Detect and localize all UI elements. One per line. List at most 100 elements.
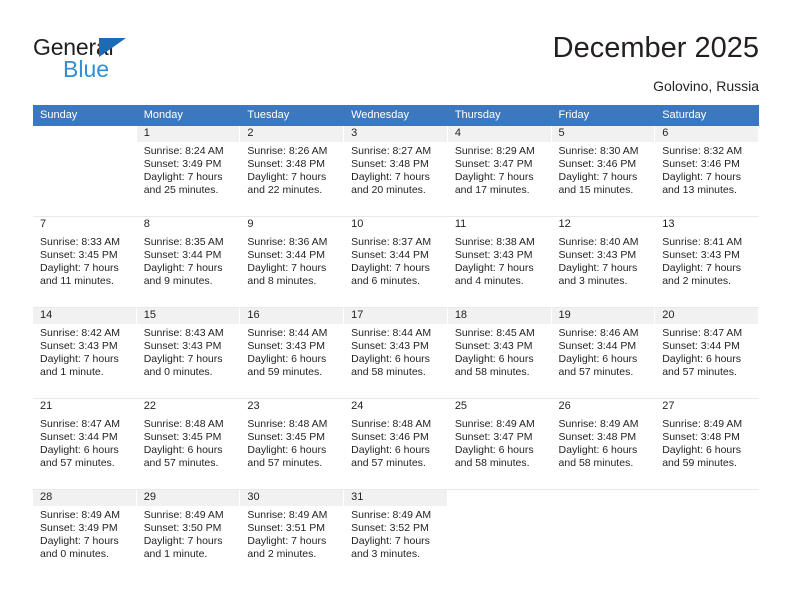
day-number: 2 [240, 126, 344, 142]
daylight-duration-line-2: and 2 minutes. [662, 275, 732, 287]
sunset-time: Sunset: 3:43 PM [247, 340, 326, 352]
calendar-day[interactable]: 22 Sunrise: 8:48 AM Sunset: 3:45 PM Dayligh… [136, 399, 241, 489]
daylight-duration-line-1: Daylight: 6 hours [143, 444, 223, 456]
day-details: Sunrise: 8:49 AM Sunset: 3:48 PM Daylight:… [655, 415, 758, 470]
daylight-duration-line-2: and 3 minutes. [351, 548, 420, 560]
calendar-day[interactable]: 2 Sunrise: 8:26 AM Sunset: 3:48 PM Daylight… [240, 126, 345, 216]
day-number: 8 [136, 217, 240, 233]
day-details: Sunrise: 8:40 AM Sunset: 3:43 PM Daylight:… [552, 233, 655, 288]
calendar-day[interactable]: 17 Sunrise: 8:44 AM Sunset: 3:43 PM Dayligh… [344, 308, 448, 398]
sunrise-time: Sunrise: 8:30 AM [558, 145, 639, 157]
calendar-day[interactable]: 13 Sunrise: 8:41 AM Sunset: 3:43 PM Dayligh… [655, 217, 759, 307]
calendar-day[interactable]: 7 Sunrise: 8:33 AM Sunset: 3:45 PM Daylight… [33, 217, 137, 307]
sunset-time: Sunset: 3:48 PM [662, 431, 740, 443]
daylight-duration-line-2: and 57 minutes. [40, 457, 115, 469]
calendar-day[interactable]: 30 Sunrise: 8:49 AM Sunset: 3:51 PM Dayligh… [240, 490, 345, 580]
calendar-cell: 17 Sunrise: 8:44 AM Sunset: 3:43 PM Dayligh… [344, 307, 448, 399]
sunset-time: Sunset: 3:52 PM [351, 522, 429, 534]
day-number: 19 [551, 308, 655, 324]
calendar-day[interactable]: 25 Sunrise: 8:49 AM Sunset: 3:47 PM Dayligh… [447, 399, 552, 489]
calendar-day[interactable]: 23 Sunrise: 8:48 AM Sunset: 3:45 PM Dayligh… [240, 399, 345, 489]
calendar-cell: 12 Sunrise: 8:40 AM Sunset: 3:43 PM Dayligh… [551, 216, 656, 308]
calendar-day[interactable]: 6 Sunrise: 8:32 AM Sunset: 3:46 PM Daylight… [655, 126, 759, 216]
calendar-day[interactable]: 10 Sunrise: 8:37 AM Sunset: 3:44 PM Dayligh… [344, 217, 448, 307]
daylight-duration-line-2: and 57 minutes. [351, 457, 426, 469]
sunrise-time: Sunrise: 8:48 AM [247, 418, 328, 430]
sunset-time: Sunset: 3:44 PM [143, 249, 222, 261]
day-number: 18 [447, 308, 551, 324]
sunrise-time: Sunrise: 8:43 AM [143, 327, 224, 339]
daylight-duration-line-2: and 11 minutes. [40, 275, 114, 287]
calendar-day[interactable]: 16 Sunrise: 8:44 AM Sunset: 3:43 PM Dayligh… [240, 308, 345, 398]
calendar-day[interactable]: 1 Sunrise: 8:24 AM Sunset: 3:49 PM Daylight… [136, 126, 241, 216]
daylight-duration-line-1: Daylight: 7 hours [247, 262, 327, 274]
day-details: Sunrise: 8:49 AM Sunset: 3:50 PM Daylight:… [137, 506, 240, 561]
calendar-day[interactable]: 5 Sunrise: 8:30 AM Sunset: 3:46 PM Daylight… [551, 126, 656, 216]
sunset-time: Sunset: 3:44 PM [662, 340, 740, 352]
calendar-cell: 23 Sunrise: 8:48 AM Sunset: 3:45 PM Dayligh… [240, 398, 345, 490]
day-details: Sunrise: 8:47 AM Sunset: 3:44 PM Daylight:… [33, 415, 136, 470]
sunrise-time: Sunrise: 8:35 AM [143, 236, 224, 248]
calendar-cell: 10 Sunrise: 8:37 AM Sunset: 3:44 PM Dayligh… [344, 216, 448, 308]
calendar-day[interactable]: 11 Sunrise: 8:38 AM Sunset: 3:43 PM Dayligh… [447, 217, 552, 307]
calendar-day[interactable]: 8 Sunrise: 8:35 AM Sunset: 3:44 PM Daylight… [136, 217, 241, 307]
calendar-day[interactable]: 12 Sunrise: 8:40 AM Sunset: 3:43 PM Dayligh… [551, 217, 656, 307]
calendar-day[interactable]: 31 Sunrise: 8:49 AM Sunset: 3:52 PM Dayligh… [344, 490, 448, 580]
weekday-header-row: Sunday Monday Tuesday Wednesday Thursday… [33, 105, 759, 126]
sunset-time: Sunset: 3:43 PM [454, 340, 533, 352]
calendar-day[interactable]: 29 Sunrise: 8:49 AM Sunset: 3:50 PM Dayligh… [136, 490, 241, 580]
daylight-duration-line-1: Daylight: 6 hours [662, 444, 742, 456]
calendar-day[interactable]: 18 Sunrise: 8:45 AM Sunset: 3:43 PM Dayligh… [447, 308, 552, 398]
day-number: 20 [655, 308, 758, 324]
calendar-day[interactable]: 28 Sunrise: 8:49 AM Sunset: 3:49 PM Dayligh… [33, 490, 137, 580]
calendar-cell: 28 Sunrise: 8:49 AM Sunset: 3:49 PM Dayligh… [33, 489, 137, 580]
daylight-duration-line-2: and 0 minutes. [143, 366, 213, 378]
day-number: 15 [136, 308, 240, 324]
calendar-cell: 31 Sunrise: 8:49 AM Sunset: 3:52 PM Dayligh… [344, 489, 448, 580]
daylight-duration-line-1: Daylight: 6 hours [662, 353, 742, 365]
daylight-duration-line-2: and 59 minutes. [662, 457, 737, 469]
sunrise-time: Sunrise: 8:49 AM [662, 418, 743, 430]
sunset-time: Sunset: 3:49 PM [143, 158, 222, 170]
daylight-duration-line-1: Daylight: 6 hours [351, 444, 430, 456]
daylight-duration-line-1: Daylight: 6 hours [454, 353, 534, 365]
calendar-day[interactable]: 20 Sunrise: 8:47 AM Sunset: 3:44 PM Dayligh… [655, 308, 759, 398]
sunrise-time: Sunrise: 8:40 AM [558, 236, 639, 248]
daylight-duration-line-2: and 20 minutes. [351, 184, 426, 196]
calendar-day[interactable]: 14 Sunrise: 8:42 AM Sunset: 3:43 PM Dayligh… [33, 308, 137, 398]
calendar-day[interactable]: 3 Sunrise: 8:27 AM Sunset: 3:48 PM Daylight… [344, 126, 448, 216]
day-number: 9 [240, 217, 344, 233]
calendar-cell: 16 Sunrise: 8:44 AM Sunset: 3:43 PM Dayligh… [240, 307, 345, 399]
day-number: 1 [136, 126, 240, 142]
calendar-day[interactable]: 24 Sunrise: 8:48 AM Sunset: 3:46 PM Dayligh… [344, 399, 448, 489]
calendar-day[interactable]: 21 Sunrise: 8:47 AM Sunset: 3:44 PM Dayligh… [33, 399, 137, 489]
calendar-day[interactable]: 19 Sunrise: 8:46 AM Sunset: 3:44 PM Dayligh… [551, 308, 656, 398]
sunrise-time: Sunrise: 8:49 AM [351, 509, 432, 521]
calendar-day[interactable]: 9 Sunrise: 8:36 AM Sunset: 3:44 PM Daylight… [240, 217, 345, 307]
daylight-duration-line-2: and 57 minutes. [558, 366, 634, 378]
daylight-duration-line-1: Daylight: 6 hours [247, 353, 327, 365]
calendar-day[interactable]: 4 Sunrise: 8:29 AM Sunset: 3:47 PM Daylight… [447, 126, 552, 216]
calendar-day-empty [655, 490, 759, 580]
sunset-time: Sunset: 3:47 PM [454, 431, 533, 443]
calendar-day[interactable]: 27 Sunrise: 8:49 AM Sunset: 3:48 PM Dayligh… [655, 399, 759, 489]
day-details: Sunrise: 8:47 AM Sunset: 3:44 PM Daylight:… [655, 324, 758, 379]
sunset-time: Sunset: 3:43 PM [40, 340, 118, 352]
daylight-duration-line-2: and 58 minutes. [351, 366, 426, 378]
calendar-day[interactable]: 26 Sunrise: 8:49 AM Sunset: 3:48 PM Dayligh… [551, 399, 656, 489]
calendar-day[interactable]: 15 Sunrise: 8:43 AM Sunset: 3:43 PM Dayligh… [136, 308, 241, 398]
calendar-cell: 20 Sunrise: 8:47 AM Sunset: 3:44 PM Dayligh… [655, 307, 759, 399]
general-blue-logo[interactable]: General Blue [33, 35, 233, 95]
sunset-time: Sunset: 3:44 PM [351, 249, 429, 261]
sunset-time: Sunset: 3:43 PM [558, 249, 637, 261]
sunset-time: Sunset: 3:44 PM [247, 249, 326, 261]
daylight-duration-line-1: Daylight: 7 hours [143, 353, 223, 365]
day-number: 10 [344, 217, 447, 233]
day-details: Sunrise: 8:48 AM Sunset: 3:45 PM Daylight:… [240, 415, 343, 470]
calendar-week-row: 7 Sunrise: 8:33 AM Sunset: 3:45 PM Daylight… [33, 216, 759, 308]
day-details: Sunrise: 8:37 AM Sunset: 3:44 PM Daylight:… [344, 233, 447, 288]
logo-triangle-icon [99, 38, 126, 57]
daylight-duration-line-2: and 25 minutes. [143, 184, 219, 196]
daylight-duration-line-1: Daylight: 7 hours [351, 535, 430, 547]
daylight-duration-line-1: Daylight: 7 hours [662, 262, 742, 274]
